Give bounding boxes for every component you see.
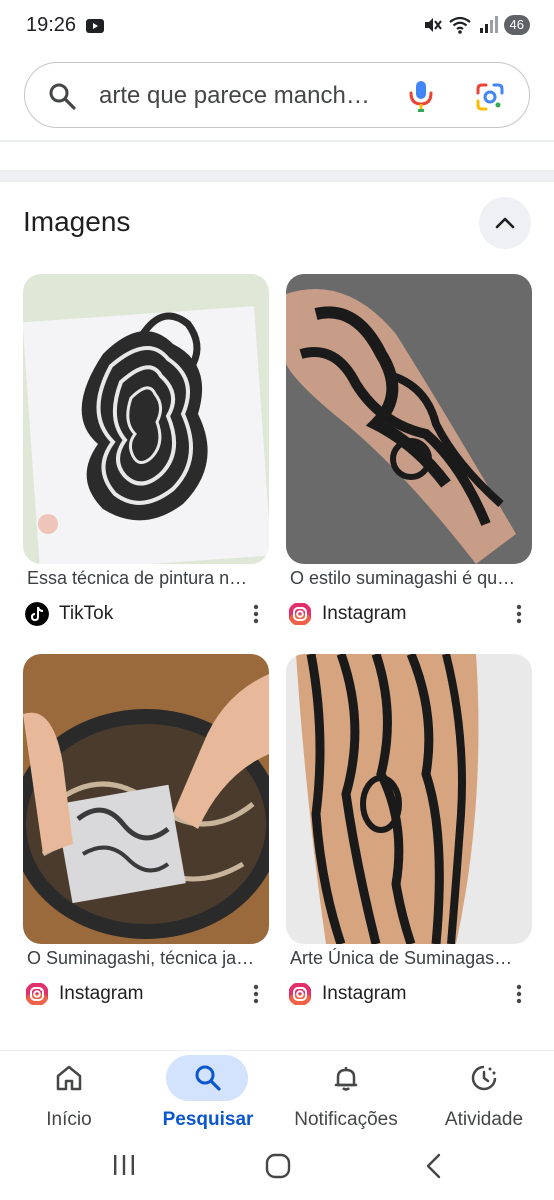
tiktok-icon [25,602,49,626]
source-name: Instagram [322,983,407,1004]
nav-label: Notificações [294,1109,398,1130]
image-caption[interactable]: O Suminagashi, técnica ja… [27,948,267,969]
image-caption[interactable]: O estilo suminagashi é qu… [290,568,530,589]
more-options-icon[interactable] [516,984,522,1004]
instagram-icon [26,983,48,1005]
search-bar[interactable]: arte que parece manch… [24,62,530,128]
source-name: Instagram [59,983,144,1004]
image-thumbnail[interactable] [286,654,532,944]
section-divider [0,170,554,182]
instagram-icon [289,983,311,1005]
instagram-icon [289,603,311,625]
signal-icon [479,16,498,33]
bottom-navigation: Início Pesquisar Notificações Atividade [0,1050,554,1137]
more-options-icon[interactable] [253,984,259,1004]
bell-icon [334,1067,358,1091]
source-row[interactable]: TikTok [25,600,269,628]
nav-item-notificacoes[interactable]: Notificações [277,1051,415,1137]
activity-icon [471,1065,497,1091]
image-caption[interactable]: Essa técnica de pintura n… [27,568,267,589]
search-icon [195,1065,221,1091]
source-name: Instagram [322,603,407,624]
header-divider [0,140,554,142]
home-icon [56,1065,82,1091]
image-caption[interactable]: Arte Única de Suminagas… [290,948,530,969]
collapse-button[interactable] [479,197,531,249]
search-icon [49,83,76,110]
nav-label: Início [46,1109,92,1130]
search-query[interactable]: arte que parece manch… [99,82,370,110]
nav-label: Atividade [444,1109,524,1130]
youtube-icon [86,19,104,33]
source-row[interactable]: Instagram [25,980,269,1008]
nav-item-atividade[interactable]: Atividade [415,1051,553,1137]
image-thumbnail[interactable] [23,274,269,564]
source-name: TikTok [59,603,114,624]
system-navigation-bar [0,1136,554,1200]
status-time: 19:26 [26,14,77,36]
mic-icon[interactable] [407,79,435,113]
images-section-title: Imagens [23,206,131,237]
nav-item-pesquisar[interactable]: Pesquisar [139,1051,277,1137]
google-lens-icon[interactable] [475,82,505,112]
more-options-icon[interactable] [516,604,522,624]
more-options-icon[interactable] [253,604,259,624]
recent-apps-icon[interactable] [112,1154,136,1176]
battery-indicator: 46 [503,15,530,35]
image-thumbnail[interactable] [23,654,269,944]
back-icon[interactable] [424,1153,442,1179]
nav-item-inicio[interactable]: Início [0,1051,138,1137]
image-thumbnail[interactable] [286,274,532,564]
source-row[interactable]: Instagram [288,980,532,1008]
source-row[interactable]: Instagram [288,600,532,628]
home-button-icon[interactable] [265,1153,291,1179]
status-bar: 19:26 46 [0,0,554,56]
wifi-icon [448,16,471,34]
chevron-up-icon [495,217,515,229]
mute-icon [424,18,442,32]
nav-label: Pesquisar [162,1109,254,1130]
